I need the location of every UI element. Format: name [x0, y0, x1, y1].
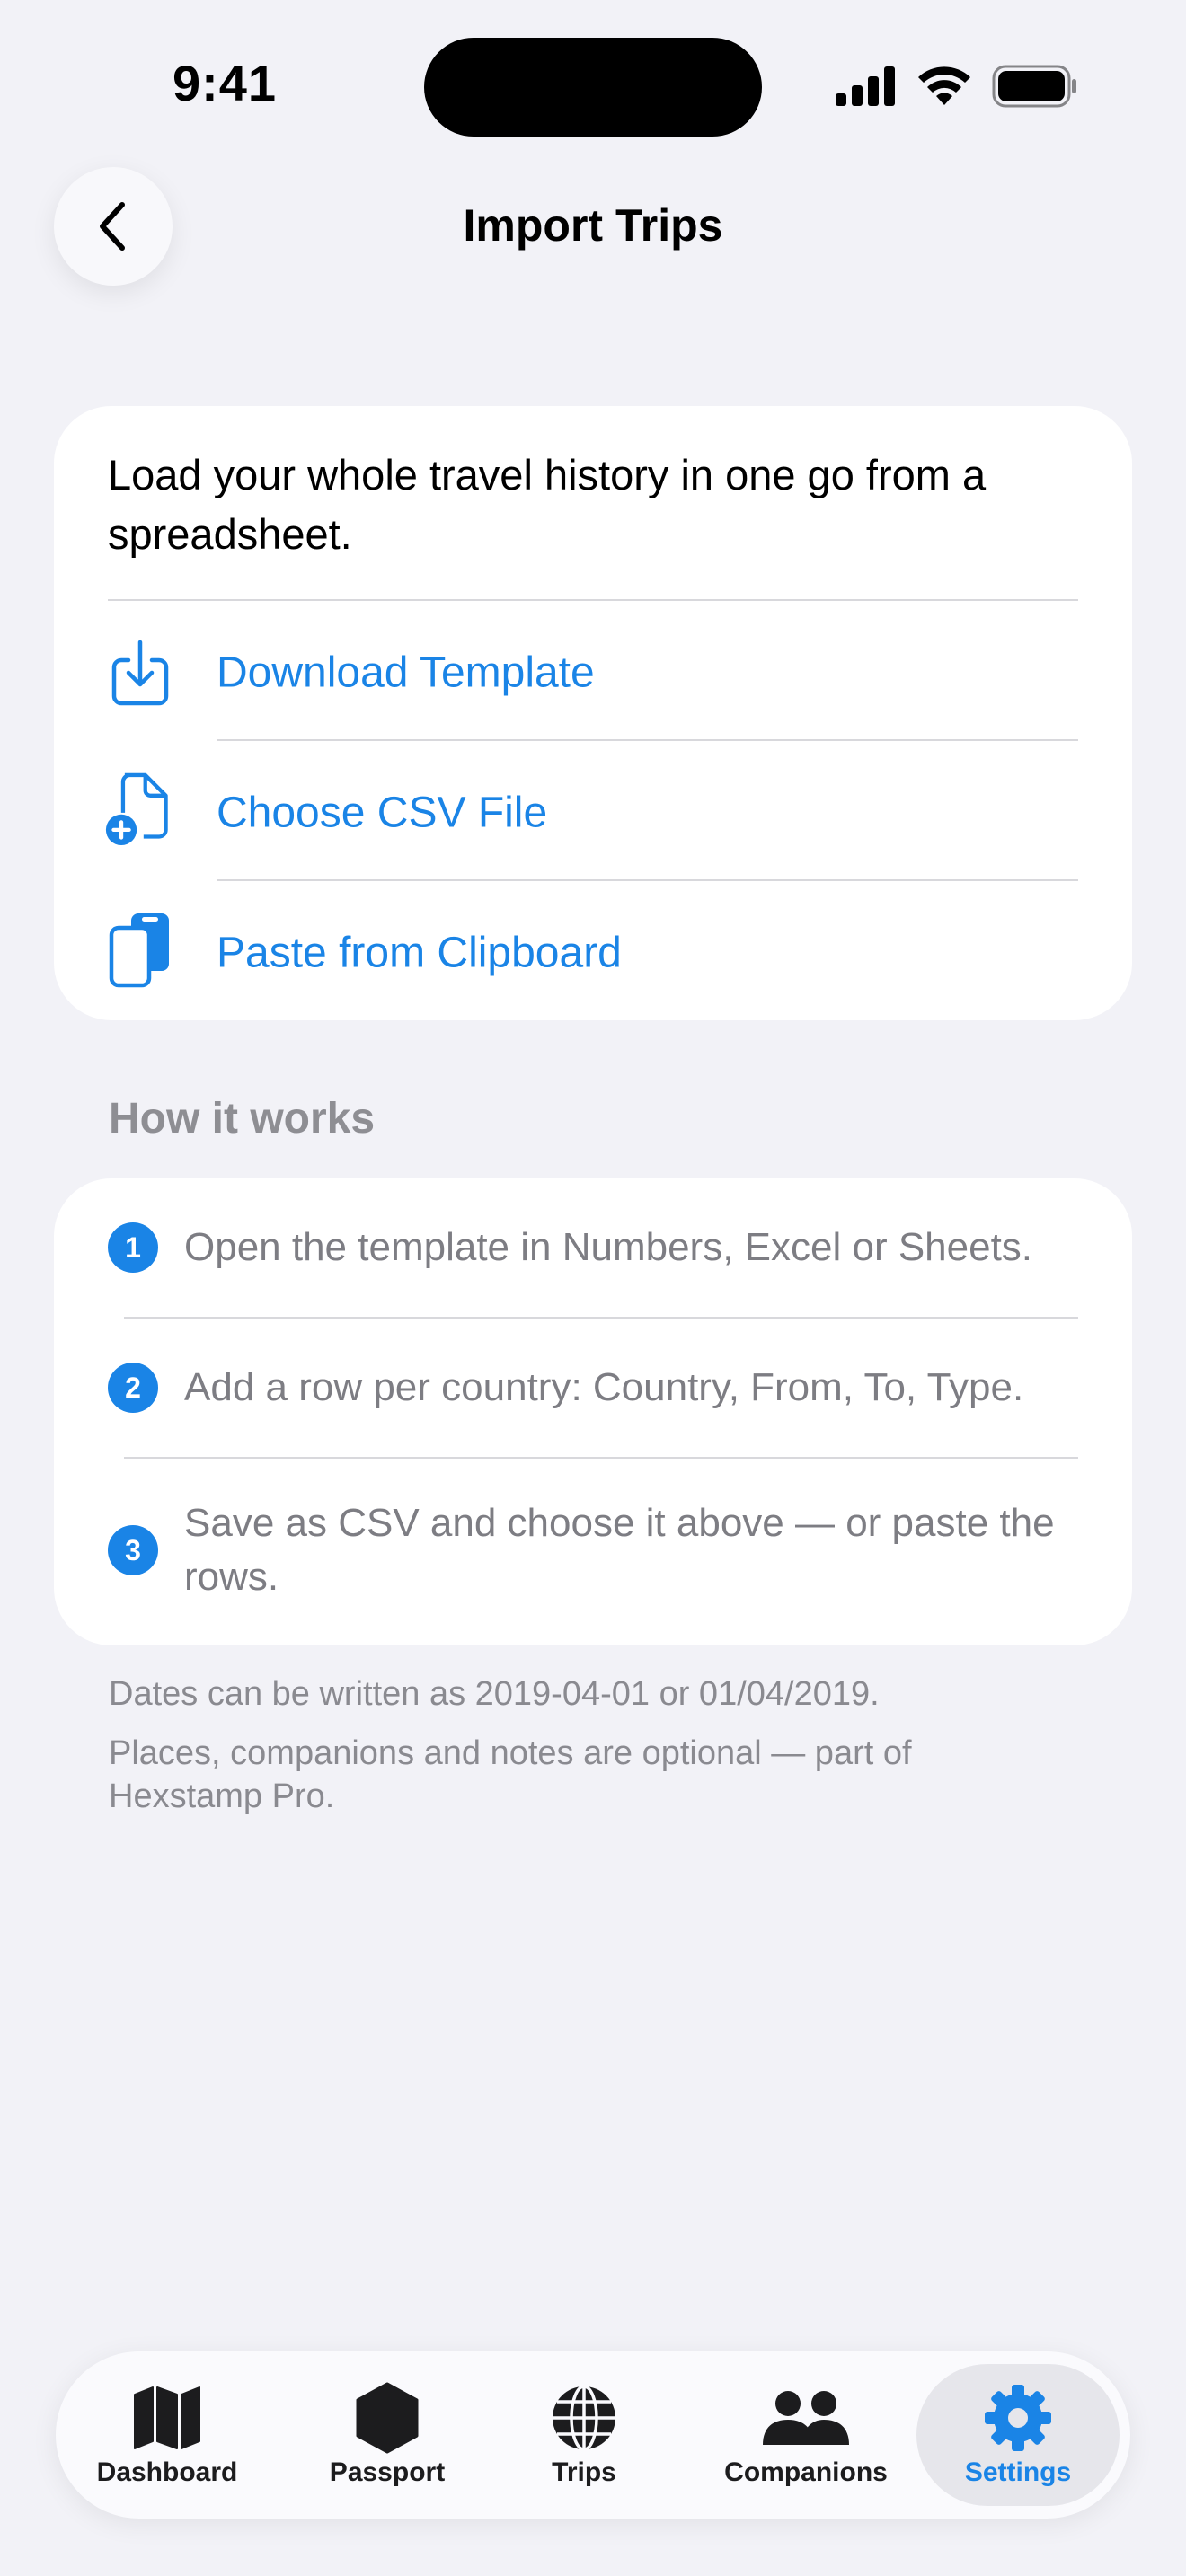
tab-bar: Dashboard Passport Trips Companions Sett… — [56, 2351, 1130, 2519]
divider — [217, 739, 1078, 741]
status-bar: 9:41 — [0, 0, 1186, 171]
import-actions-card: Load your whole travel history in one go… — [54, 406, 1132, 1020]
section-header-how-it-works: How it works — [109, 1095, 376, 1142]
step-item: 3 Save as CSV and choose it above — or p… — [54, 1459, 1132, 1645]
step-text: Open the template in Numbers, Excel or S… — [184, 1225, 1033, 1269]
divider — [217, 879, 1078, 881]
download-template-button[interactable]: Download Template — [54, 603, 1132, 743]
paste-from-clipboard-button[interactable]: Paste from Clipboard — [54, 883, 1132, 1023]
intro-text: Load your whole travel history in one go… — [108, 451, 987, 558]
hexagon-icon — [351, 2382, 423, 2454]
steps-card: 1 Open the template in Numbers, Excel or… — [54, 1178, 1132, 1645]
globe-icon — [548, 2382, 620, 2454]
divider — [108, 599, 1078, 601]
step-text: Add a row per country: Country, From, To… — [184, 1365, 1024, 1409]
tab-companions[interactable]: Companions — [712, 2351, 900, 2519]
tab-label: Companions — [724, 2457, 888, 2487]
clipboard-icon — [104, 910, 176, 991]
step-item: 2 Add a row per country: Country, From, … — [54, 1319, 1132, 1457]
battery-icon — [992, 65, 1076, 108]
tab-label: Settings — [964, 2457, 1072, 2487]
tab-settings[interactable]: Settings — [946, 2351, 1090, 2519]
download-icon — [104, 632, 176, 713]
paste-from-clipboard-label: Paste from Clipboard — [217, 929, 622, 977]
gear-icon — [982, 2382, 1054, 2454]
cellular-signal-icon — [836, 66, 895, 106]
page-title: Import Trips — [463, 200, 723, 251]
tab-label: Dashboard — [96, 2457, 238, 2487]
people-icon — [761, 2382, 851, 2454]
tab-label: Trips — [552, 2457, 616, 2487]
wifi-icon — [918, 66, 970, 105]
choose-csv-file-button[interactable]: Choose CSV File — [54, 743, 1132, 883]
map-icon — [131, 2382, 203, 2454]
pro-features-note: Places, companions and notes are optiona… — [109, 1734, 912, 1815]
tab-passport[interactable]: Passport — [320, 2351, 455, 2519]
status-time: 9:41 — [172, 55, 278, 111]
step-number-badge: 1 — [108, 1222, 158, 1273]
step-number-badge: 2 — [108, 1363, 158, 1413]
step-number-badge: 3 — [108, 1525, 158, 1575]
download-template-label: Download Template — [217, 648, 595, 697]
step-item: 1 Open the template in Numbers, Excel or… — [54, 1178, 1132, 1317]
tab-dashboard[interactable]: Dashboard — [95, 2351, 239, 2519]
tab-trips[interactable]: Trips — [526, 2351, 642, 2519]
tab-label: Passport — [329, 2457, 446, 2487]
date-format-note: Dates can be written as 2019-04-01 or 01… — [109, 1675, 880, 1713]
dynamic-island — [424, 38, 762, 137]
status-icons — [836, 63, 1078, 110]
step-text: Save as CSV and choose it above — or pas… — [184, 1501, 1055, 1599]
choose-csv-file-label: Choose CSV File — [217, 789, 548, 837]
add-document-icon — [104, 770, 176, 851]
